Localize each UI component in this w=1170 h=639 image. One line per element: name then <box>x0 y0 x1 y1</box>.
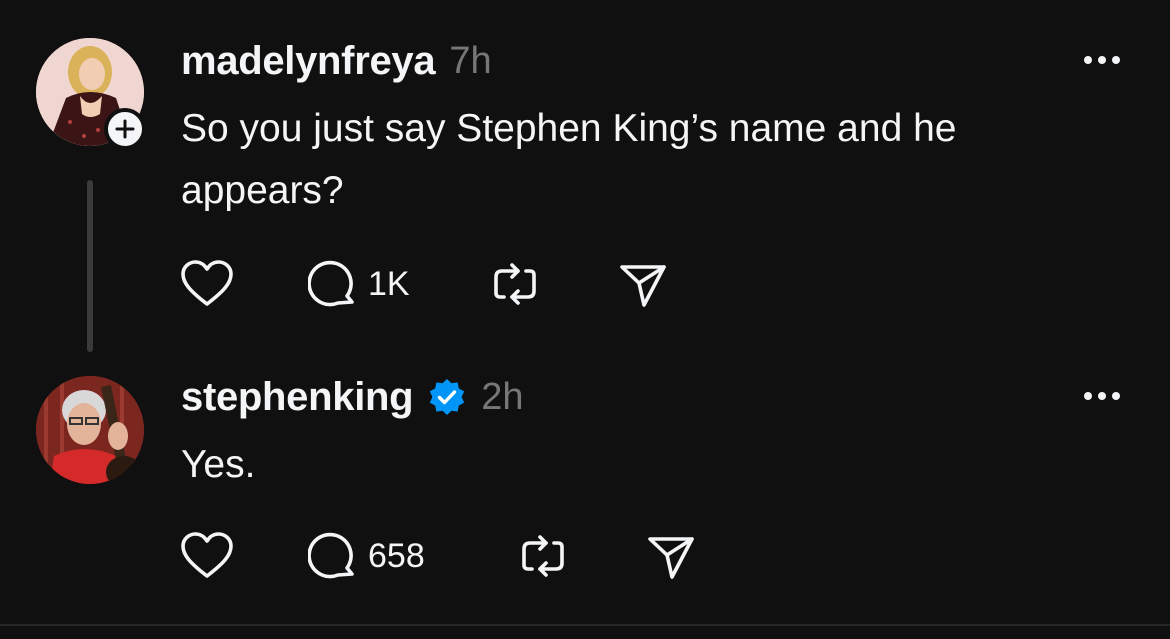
username[interactable]: stephenking <box>181 375 414 420</box>
plus-icon <box>115 119 135 139</box>
post-actions: 1K <box>180 256 668 312</box>
thread-line <box>87 180 93 352</box>
post-header: madelynfreya 7h <box>181 36 492 86</box>
repost-icon <box>494 263 536 305</box>
thread-post: madelynfreya 7h So you just say Stephen … <box>0 0 1170 360</box>
repost-button[interactable] <box>490 259 618 309</box>
reply-button[interactable]: 1K <box>308 259 490 309</box>
avatar[interactable] <box>36 376 144 484</box>
comment-icon <box>308 260 354 307</box>
post-text: Yes. <box>181 443 256 486</box>
reply-count: 658 <box>368 536 425 575</box>
reply-count: 1K <box>368 264 410 303</box>
user-avatar-image <box>36 376 144 484</box>
reply-button[interactable]: 658 <box>308 531 518 581</box>
more-options-icon[interactable] <box>1082 386 1122 406</box>
thread-post: stephenking 2h Yes. 658 <box>0 360 1170 624</box>
send-icon <box>620 265 666 307</box>
repost-icon <box>522 535 564 577</box>
repost-button[interactable] <box>518 531 646 581</box>
follow-button[interactable] <box>104 108 146 150</box>
heart-icon <box>181 260 233 306</box>
timestamp: 7h <box>449 39 492 82</box>
post-actions: 658 <box>180 528 696 584</box>
like-button[interactable] <box>180 259 308 309</box>
share-button[interactable] <box>646 531 696 581</box>
send-icon <box>648 537 694 579</box>
comment-icon <box>308 532 354 579</box>
divider <box>0 624 1170 626</box>
post-text: So you just say Stephen King’s name and … <box>181 107 957 212</box>
more-options-icon[interactable] <box>1082 50 1122 70</box>
username[interactable]: madelynfreya <box>181 39 436 84</box>
post-header: stephenking 2h <box>181 372 524 422</box>
timestamp: 2h <box>481 375 524 418</box>
verified-badge-icon <box>430 379 465 415</box>
share-button[interactable] <box>618 259 668 309</box>
like-button[interactable] <box>180 531 308 581</box>
heart-icon <box>181 532 233 578</box>
